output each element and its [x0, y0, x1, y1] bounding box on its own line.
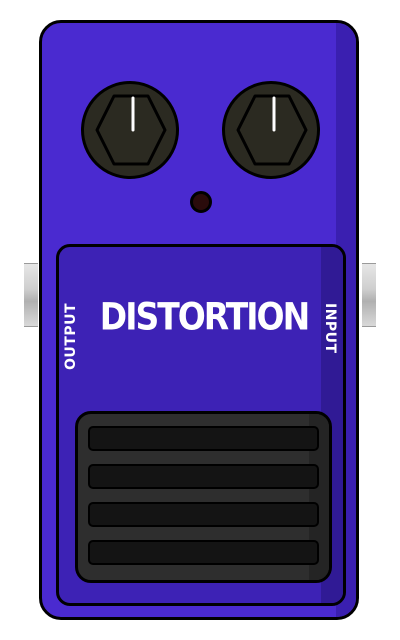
- input-jack[interactable]: [362, 263, 376, 327]
- footswitch-groove: [88, 464, 319, 489]
- footswitch-groove: [88, 540, 319, 565]
- pedal-enclosure: OUTPUT INPUT DISTORTION: [39, 20, 359, 620]
- label-plate: OUTPUT INPUT DISTORTION: [56, 244, 346, 606]
- hexagon-knob-icon: [95, 94, 167, 166]
- knob-left[interactable]: [81, 81, 179, 179]
- knob-right[interactable]: [222, 81, 320, 179]
- footswitch-groove: [88, 502, 319, 527]
- output-jack[interactable]: [24, 263, 38, 327]
- footswitch[interactable]: [75, 411, 332, 583]
- footswitch-groove: [88, 426, 319, 451]
- status-led: [190, 191, 212, 213]
- pedal-title: DISTORTION: [99, 294, 310, 339]
- hexagon-knob-icon: [236, 94, 308, 166]
